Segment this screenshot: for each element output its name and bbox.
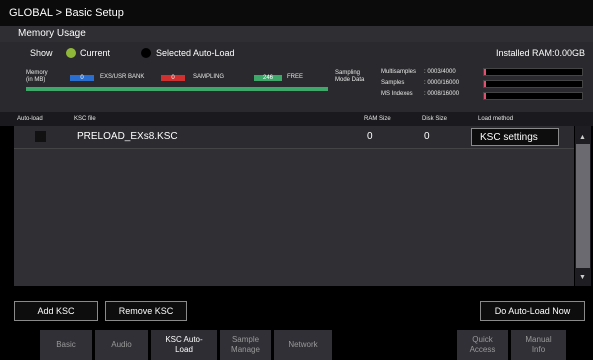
multisamples-value: : 0003/4000 [424,69,456,75]
column-disk-size: Disk Size [422,116,448,122]
tab-ksc-auto-load-label: KSC Auto-Load [165,335,203,354]
exs-usr-bank-label: EXS/USR BANK [100,74,145,80]
action-bar: Add KSC Remove KSC Do Auto-Load Now [0,296,593,326]
add-ksc-label: Add KSC [37,306,75,316]
table-header: Auto-load KSC file RAM Size Disk Size Lo… [0,112,593,126]
tab-sample-manage-label: Sample Manage [231,335,260,354]
memory-total-bar [26,87,328,91]
sampling-value: 0 [171,75,175,81]
memory-usage-title: Memory Usage [18,28,86,39]
do-auto-load-now-button[interactable]: Do Auto-Load Now [480,301,585,321]
multisamples-meter [483,68,583,76]
exs-usr-bank-value: 0 [80,75,84,81]
ksc-file-name: PRELOAD_EXs8.KSC [77,131,178,142]
ms-indexes-meter-fill [484,93,486,99]
add-ksc-button[interactable]: Add KSC [14,301,98,321]
multisamples-meter-fill [484,69,486,75]
selected-auto-load-radio-icon[interactable] [141,48,151,58]
memory-label: Memory (in MB) [26,70,48,83]
ms-indexes-label: MS Indexes [381,91,413,97]
scroll-down-icon[interactable]: ▼ [579,274,586,281]
load-method-value: KSC settings [480,131,538,143]
current-radio-icon[interactable] [66,48,76,58]
ms-indexes-meter [483,92,583,100]
samples-value: : 0000/16000 [424,80,460,86]
tab-manual-info-label: Manual Info [525,335,552,354]
tab-sample-manage[interactable]: Sample Manage [220,330,271,360]
free-value: 246 [262,75,273,81]
memory-usage-panel: Show Current Selected Auto-Load Installe… [0,42,593,112]
selected-auto-load-radio-label[interactable]: Selected Auto-Load [156,48,235,58]
tab-network-label: Network [288,340,318,349]
column-load-method: Load method [478,116,514,122]
tab-basic[interactable]: Basic [40,330,92,360]
samples-meter [483,80,583,88]
ms-indexes-value: : 0008/16000 [424,91,460,97]
table-row[interactable]: PRELOAD_EXs8.KSC 0 0 KSC settings [14,126,574,149]
remove-ksc-label: Remove KSC [118,306,174,316]
exs-usr-bank-bar: 0 [70,75,94,81]
disk-size-value: 0 [424,131,430,142]
sampling-label: SAMPLING [193,74,225,80]
title-bar: GLOBAL > Basic Setup [0,0,593,26]
free-bar: 246 [254,75,282,81]
column-ram-size: RAM Size [364,116,391,122]
remove-ksc-button[interactable]: Remove KSC [105,301,187,321]
tab-audio-label: Audio [111,340,132,349]
page-title: GLOBAL > Basic Setup [9,7,124,19]
samples-meter-fill [484,81,486,87]
current-radio-label[interactable]: Current [80,48,110,58]
tab-manual-info[interactable]: Manual Info [511,330,566,360]
multisamples-label: Multisamples [381,69,417,75]
ram-size-value: 0 [367,131,373,142]
column-auto-load: Auto-load [17,116,43,122]
free-label: FREE [287,74,304,80]
tab-audio[interactable]: Audio [95,330,148,360]
tab-ksc-auto-load[interactable]: KSC Auto-Load [151,330,217,360]
scroll-up-icon[interactable]: ▲ [579,134,586,141]
auto-load-checkbox[interactable] [35,131,46,142]
tab-basic-label: Basic [56,340,76,349]
tab-quick-access[interactable]: Quick Access [457,330,508,360]
installed-ram: Installed RAM:0.00GB [495,48,585,58]
sampling-mode-label: Sampling Mode Data [335,70,365,83]
column-ksc-file: KSC file [74,116,96,122]
sampling-bar: 0 [161,75,185,81]
samples-label: Samples [381,80,405,86]
show-label: Show [30,48,53,58]
ksc-table: PRELOAD_EXs8.KSC 0 0 KSC settings [14,126,574,286]
memory-usage-header: Memory Usage [0,26,593,42]
tab-network[interactable]: Network [274,330,332,360]
table-scrollbar[interactable]: ▲ ▼ [575,126,591,286]
tab-quick-access-label: Quick Access [469,335,496,354]
load-method-select[interactable]: KSC settings [471,128,559,146]
scrollbar-thumb[interactable] [576,144,590,268]
do-auto-load-now-label: Do Auto-Load Now [494,306,571,316]
